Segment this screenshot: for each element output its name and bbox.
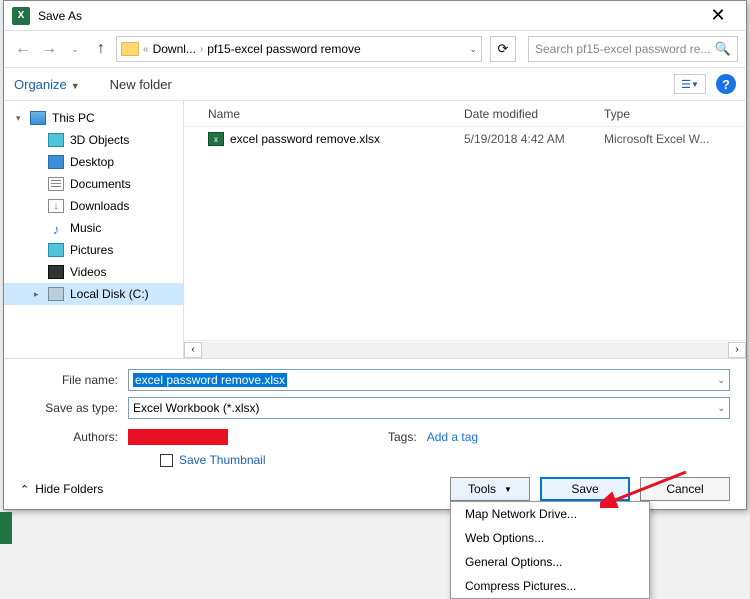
background-stripe [0,512,12,544]
tools-menu-item-general-options[interactable]: General Options... [451,550,649,574]
bottom-panel: File name: excel password remove.xlsx ⌄ … [4,359,746,509]
search-icon: 🔍 [715,41,731,57]
tree-item-label: Documents [70,177,131,191]
tree-item-label: Music [70,221,101,235]
help-button[interactable]: ? [716,74,736,94]
breadcrumb[interactable]: « Downl... › pf15-excel password remove … [116,36,482,62]
savetype-dropdown[interactable]: Excel Workbook (*.xlsx) ⌄ [128,397,730,419]
nav-bar: ← → ⌄ ↑ « Downl... › pf15-excel password… [4,31,746,67]
file-name: excel password remove.xlsx [230,132,380,146]
filename-value: excel password remove.xlsx [133,373,287,387]
pc-icon [30,111,46,125]
refresh-button[interactable]: ⟳ [490,36,516,62]
scroll-track[interactable] [202,342,728,358]
tools-button[interactable]: Tools▼ [450,477,530,501]
tree-item-this-pc[interactable]: ▾ This PC [4,107,183,129]
cancel-button[interactable]: Cancel [640,477,730,501]
list-header: Name Date modified Type [184,101,746,127]
folder-tree[interactable]: ▾ This PC 3D Objects Desktop Documents ↓ Downl… [4,101,184,358]
window-title: Save As [38,9,698,23]
save-as-dialog: X Save As ✕ ← → ⌄ ↑ « Downl... › pf15-ex… [3,0,747,510]
tree-item-label: Videos [70,265,106,279]
down-icon: ↓ [48,199,64,213]
3d-icon [48,133,64,147]
breadcrumb-sep: « [141,44,151,55]
excel-app-icon: X [12,7,30,25]
chevron-icon: ▸ [34,289,42,300]
toolbar: Organize▼ New folder ☰ ▼ ? [4,67,746,101]
forward-button[interactable]: → [38,38,60,60]
authors-label: Authors: [20,430,128,444]
up-button[interactable]: ↑ [90,38,112,60]
tree-item-label: Local Disk (C:) [70,287,149,301]
back-button[interactable]: ← [12,38,34,60]
col-header-type[interactable]: Type [604,107,746,121]
file-rows: x excel password remove.xlsx 5/19/2018 4:4… [184,127,746,340]
tree-item-videos[interactable]: Videos [4,261,183,283]
savetype-label: Save as type: [20,401,128,415]
vids-icon [48,265,64,279]
tools-menu-item-map-network-drive[interactable]: Map Network Drive... [451,502,649,526]
file-row[interactable]: x excel password remove.xlsx 5/19/2018 4:4… [184,127,746,151]
disk-icon [48,287,64,301]
col-header-date[interactable]: Date modified [464,107,604,121]
hide-folders-button[interactable]: ⌃ Hide Folders [20,482,103,496]
tree-item-label: This PC [52,111,95,125]
view-mode-button[interactable]: ☰ ▼ [674,74,706,94]
tools-menu-item-compress-pictures[interactable]: Compress Pictures... [451,574,649,598]
titlebar: X Save As ✕ [4,1,746,31]
save-button[interactable]: Save [540,477,630,501]
chevron-up-icon: ⌃ [20,483,29,496]
tree-item-pictures[interactable]: Pictures [4,239,183,261]
pics-icon [48,243,64,257]
scroll-left-button[interactable]: ‹ [184,342,202,358]
excel-file-icon: x [208,132,224,146]
tree-item-label: Downloads [70,199,129,213]
search-placeholder: Search pf15-excel password re... [535,42,710,56]
filename-input[interactable]: excel password remove.xlsx ⌄ [128,369,730,391]
recent-dropdown[interactable]: ⌄ [64,38,86,60]
tree-item-3d-objects[interactable]: 3D Objects [4,129,183,151]
music-icon: ♪ [48,221,64,235]
breadcrumb-seg-1[interactable]: Downl... [153,42,196,56]
tree-item-label: Pictures [70,243,113,257]
tree-item-label: 3D Objects [70,133,129,147]
file-type: Microsoft Excel W... [604,132,746,146]
file-date: 5/19/2018 4:42 AM [464,132,604,146]
scroll-right-button[interactable]: › [728,342,746,358]
breadcrumb-seg-2[interactable]: pf15-excel password remove [207,42,360,56]
savetype-value: Excel Workbook (*.xlsx) [133,401,259,415]
breadcrumb-dropdown[interactable]: ⌄ [469,44,477,55]
folder-icon [121,42,139,56]
save-thumbnail-label: Save Thumbnail [179,453,266,467]
filename-label: File name: [20,373,128,387]
content-area: ▾ This PC 3D Objects Desktop Documents ↓ Downl… [4,101,746,359]
chevron-right-icon: › [198,44,205,55]
chevron-down-icon[interactable]: ⌄ [717,375,725,386]
tree-item-downloads[interactable]: ↓ Downloads [4,195,183,217]
tools-menu: Map Network Drive...Web Options...Genera… [450,501,650,599]
close-button[interactable]: ✕ [698,2,738,30]
docs-icon [48,177,64,191]
file-list: Name Date modified Type x excel password … [184,101,746,358]
add-tag-button[interactable]: Add a tag [427,430,478,444]
chevron-down-icon[interactable]: ⌄ [717,403,725,414]
tree-item-music[interactable]: ♪ Music [4,217,183,239]
horizontal-scrollbar[interactable]: ‹ › [184,340,746,358]
desktop-icon [48,155,64,169]
new-folder-button[interactable]: New folder [110,77,172,92]
tools-wrap: Tools▼ Map Network Drive...Web Options..… [450,477,530,501]
col-header-name[interactable]: Name [184,107,464,121]
tree-item-local-disk-c-[interactable]: ▸ Local Disk (C:) [4,283,183,305]
save-thumbnail-checkbox[interactable] [160,454,173,467]
organize-button[interactable]: Organize▼ [14,77,80,92]
tree-item-label: Desktop [70,155,114,169]
author-value[interactable] [128,429,228,445]
tree-item-desktop[interactable]: Desktop [4,151,183,173]
chevron-icon: ▾ [16,113,24,124]
tags-label: Tags: [388,430,417,444]
tools-menu-item-web-options[interactable]: Web Options... [451,526,649,550]
tree-item-documents[interactable]: Documents [4,173,183,195]
search-input[interactable]: Search pf15-excel password re... 🔍 [528,36,738,62]
